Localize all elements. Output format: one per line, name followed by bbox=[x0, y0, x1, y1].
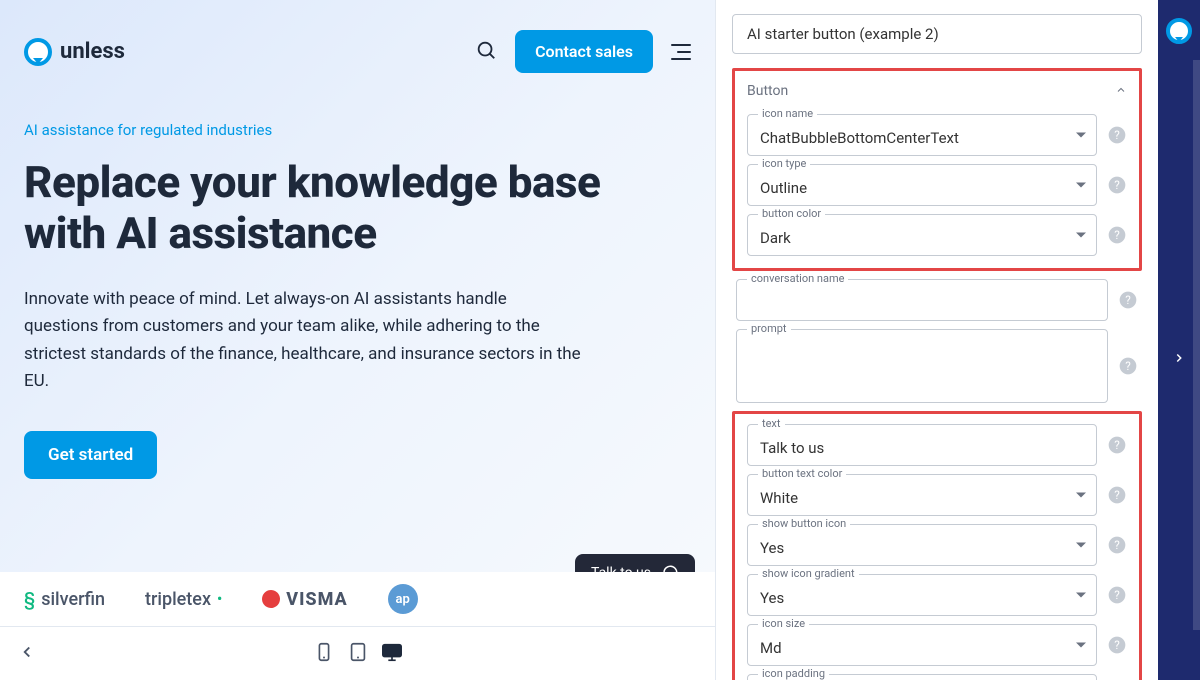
brand-name: unless bbox=[60, 39, 125, 64]
search-icon[interactable] bbox=[475, 39, 497, 65]
logo-icon bbox=[24, 38, 52, 66]
partner-tripletex: tripletex• bbox=[145, 589, 222, 610]
partner-logos: § silverfin tripletex• VISMA ap bbox=[0, 572, 715, 626]
button-section-highlight-1: Button icon name ChatBubbleBottomCenterT… bbox=[732, 68, 1142, 271]
config-panel: AI starter button (example 2) Button ico… bbox=[715, 0, 1158, 680]
help-icon[interactable]: ? bbox=[1107, 175, 1127, 195]
template-select[interactable]: AI starter button (example 2) bbox=[732, 14, 1142, 54]
help-icon[interactable]: ? bbox=[1107, 585, 1127, 605]
help-icon[interactable]: ? bbox=[1107, 125, 1127, 145]
tablet-preview-button[interactable] bbox=[347, 641, 369, 667]
visma-icon bbox=[260, 588, 282, 610]
svg-text:?: ? bbox=[1114, 228, 1120, 242]
site-header: unless Contact sales bbox=[24, 30, 691, 73]
button-section-highlight-2: text Talk to us ? button text color Whit… bbox=[732, 411, 1142, 680]
website-preview: unless Contact sales AI assistance for r… bbox=[0, 0, 715, 680]
chevron-down-icon bbox=[1076, 536, 1086, 555]
svg-text:?: ? bbox=[1114, 128, 1120, 142]
help-icon[interactable]: ? bbox=[1118, 356, 1138, 376]
hero-headline: Replace your knowledge base with AI assi… bbox=[24, 157, 691, 258]
button-section-header[interactable]: Button bbox=[747, 81, 1127, 100]
help-icon[interactable]: ? bbox=[1118, 290, 1138, 310]
help-icon[interactable]: ? bbox=[1107, 225, 1127, 245]
help-icon[interactable]: ? bbox=[1107, 535, 1127, 555]
hero-description: Innovate with peace of mind. Let always-… bbox=[24, 286, 584, 395]
icon-type-field[interactable]: icon type Outline bbox=[747, 164, 1097, 206]
template-select-value: AI starter button (example 2) bbox=[747, 25, 939, 43]
contact-sales-button[interactable]: Contact sales bbox=[515, 30, 653, 73]
svg-text:?: ? bbox=[1114, 588, 1120, 602]
preview-toolbar bbox=[0, 626, 715, 680]
chevron-down-icon bbox=[1076, 486, 1086, 505]
button-text-color-field[interactable]: button text color White bbox=[747, 474, 1097, 516]
chevron-down-icon bbox=[1076, 226, 1086, 245]
show-button-icon-field[interactable]: show button icon Yes bbox=[747, 524, 1097, 566]
partner-visma: VISMA bbox=[262, 589, 347, 610]
icon-padding-field[interactable]: icon padding 0.5em bbox=[747, 674, 1097, 680]
icon-name-field[interactable]: icon name ChatBubbleBottomCenterText bbox=[747, 114, 1097, 156]
back-button[interactable] bbox=[18, 643, 36, 665]
scrollbar[interactable] bbox=[1193, 60, 1200, 630]
desktop-preview-button[interactable] bbox=[381, 641, 403, 667]
svg-text:?: ? bbox=[1114, 178, 1120, 192]
section-title: Button bbox=[747, 83, 788, 99]
chevron-up-icon bbox=[1115, 81, 1127, 100]
menu-icon[interactable] bbox=[671, 44, 691, 60]
text-field[interactable]: text Talk to us bbox=[747, 424, 1097, 466]
svg-text:?: ? bbox=[1125, 293, 1131, 307]
partner-silverfin: § silverfin bbox=[24, 589, 105, 610]
show-icon-gradient-field[interactable]: show icon gradient Yes bbox=[747, 574, 1097, 616]
hero-tagline: AI assistance for regulated industries bbox=[24, 121, 691, 139]
button-color-field[interactable]: button color Dark bbox=[747, 214, 1097, 256]
help-icon[interactable]: ? bbox=[1107, 435, 1127, 455]
prompt-field[interactable]: prompt bbox=[736, 329, 1108, 403]
chevron-down-icon bbox=[1076, 126, 1086, 145]
chevron-down-icon bbox=[1076, 636, 1086, 655]
brand-logo[interactable]: unless bbox=[24, 38, 125, 66]
brand-icon[interactable] bbox=[1166, 18, 1192, 44]
svg-text:?: ? bbox=[1114, 638, 1120, 652]
mobile-preview-button[interactable] bbox=[313, 641, 335, 667]
get-started-button[interactable]: Get started bbox=[24, 431, 157, 479]
silverfin-icon: § bbox=[24, 589, 35, 610]
chevron-down-icon bbox=[1076, 176, 1086, 195]
help-icon[interactable]: ? bbox=[1107, 485, 1127, 505]
svg-text:?: ? bbox=[1114, 488, 1120, 502]
icon-size-field[interactable]: icon size Md bbox=[747, 624, 1097, 666]
ap-icon: ap bbox=[388, 584, 418, 614]
partner-ap: ap bbox=[388, 584, 418, 614]
svg-text:?: ? bbox=[1114, 438, 1120, 452]
chevron-down-icon bbox=[1076, 586, 1086, 605]
help-icon[interactable]: ? bbox=[1107, 635, 1127, 655]
side-rail bbox=[1158, 0, 1200, 680]
svg-text:?: ? bbox=[1114, 538, 1120, 552]
svg-text:?: ? bbox=[1125, 359, 1131, 373]
conversation-name-field[interactable]: conversation name bbox=[736, 279, 1108, 321]
expand-rail-button[interactable] bbox=[1172, 350, 1186, 369]
